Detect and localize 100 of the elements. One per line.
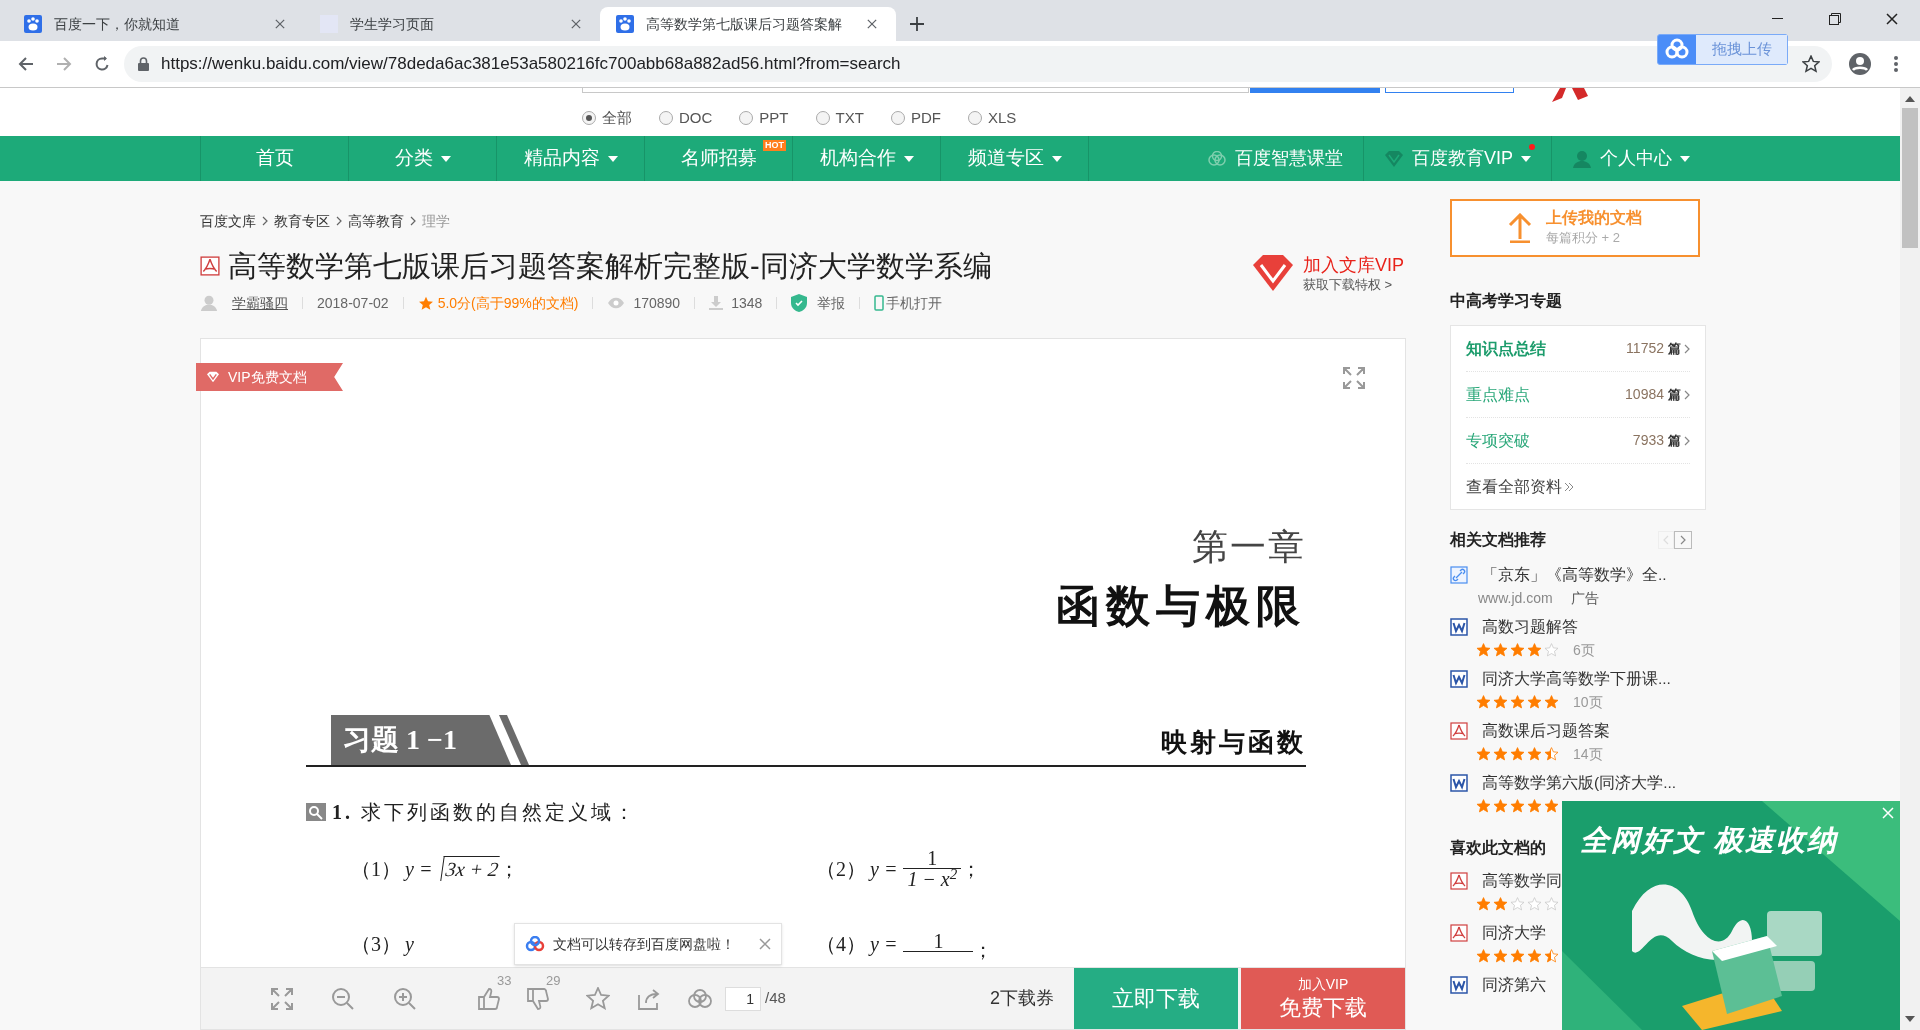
ad-label: 广告 <box>1570 588 1599 608</box>
upload-date: 2018-07-02 <box>317 293 389 313</box>
author-link[interactable]: 学霸骚四 <box>232 292 288 314</box>
back-arrow-icon <box>18 56 34 72</box>
thumbs-down-icon <box>526 986 550 1011</box>
section-heading: 喜欢此文档的 <box>1450 838 1546 858</box>
save-to-cloud-button[interactable] <box>687 987 713 1010</box>
document-link[interactable]: 高等数学第六版(同济大学... <box>1482 771 1677 795</box>
mobile-open-link[interactable]: 手机打开 <box>874 292 943 314</box>
file-type-radio[interactable]: PDF <box>890 107 941 130</box>
like-count: 33 <box>497 971 512 990</box>
cloud-icon <box>687 988 713 1009</box>
report-link[interactable]: 举报 <box>791 292 846 314</box>
file-type-radio[interactable]: PPT <box>739 107 789 130</box>
scroll-down-icon <box>1905 1016 1915 1022</box>
upload-icon <box>1508 213 1532 243</box>
view-all-link[interactable]: 查看全部资料 <box>1466 464 1690 509</box>
vip-promo-subtitle: 获取下载特权 > <box>1303 275 1394 293</box>
close-icon <box>867 19 877 29</box>
document-link[interactable]: 同济大学 <box>1482 921 1546 945</box>
fullscreen-button[interactable] <box>271 987 293 1010</box>
zoom-in-button[interactable] <box>393 986 417 1011</box>
pdf-icon <box>1450 722 1468 740</box>
file-type-radio[interactable]: DOC <box>659 107 713 130</box>
document-link[interactable]: 同济第六 <box>1482 973 1546 997</box>
rating-text: 5.0分(高于99%的文档) <box>437 293 579 313</box>
chapter-number: 第一章 <box>1192 526 1306 569</box>
more-icon <box>1894 56 1898 72</box>
download-icon <box>709 296 724 310</box>
ribbon-label: VIP免费文档 <box>228 367 307 387</box>
file-type-radio[interactable]: TXT <box>815 107 864 130</box>
browser-tab[interactable]: 高等数学第七版课后习题答案解 <box>600 7 896 41</box>
file-type-radio[interactable]: 全部 <box>582 107 632 130</box>
formula: （3） y <box>351 931 414 958</box>
tab-title: 学生学习页面 <box>350 14 435 34</box>
topic-link[interactable]: 专项突破 7933 篇 <box>1466 418 1690 464</box>
document-link[interactable]: 高数习题解答 <box>1482 615 1578 639</box>
document-link[interactable]: 高数课后习题答案 <box>1482 719 1610 743</box>
vip-promo-title: 加入文库VIP <box>1303 253 1404 276</box>
page-count: 6页 <box>1573 640 1595 660</box>
star-icon <box>586 987 610 1010</box>
thumbs-up-icon <box>477 986 501 1011</box>
ad-close-button[interactable] <box>1880 805 1896 821</box>
page-count: 14页 <box>1573 744 1603 764</box>
file-type-radio[interactable]: XLS <box>967 107 1017 130</box>
breadcrumb-link[interactable]: 教育专区 <box>274 210 330 232</box>
section-heading: 相关文档推荐 <box>1450 530 1547 550</box>
hot-badge: HOT <box>763 140 786 151</box>
close-icon <box>759 938 771 950</box>
diamond-icon <box>1384 149 1404 168</box>
document-link[interactable]: 高等数学同 <box>1482 869 1562 893</box>
share-icon <box>637 986 661 1011</box>
user-icon <box>200 294 218 312</box>
next-button[interactable] <box>1674 531 1692 549</box>
restore-icon <box>1828 13 1841 25</box>
forward-arrow-icon <box>56 56 72 72</box>
pdf-icon <box>1450 924 1468 942</box>
scrollbar[interactable] <box>1900 88 1920 1030</box>
chapter-title: 函数与极限 <box>1056 581 1306 633</box>
user-icon <box>1572 149 1592 168</box>
word-document-icon <box>1450 670 1468 688</box>
toast-close-button[interactable] <box>759 938 771 950</box>
phone-icon <box>874 295 885 311</box>
browser-tab[interactable]: 学生学习页面 <box>304 7 600 41</box>
page-count: 10页 <box>1573 692 1603 712</box>
topic-link[interactable]: 知识点总结 11752 篇 <box>1466 326 1690 372</box>
word-document-icon <box>1450 618 1468 636</box>
coupon-cost: 2下载券 <box>990 987 1054 1010</box>
zoom-out-icon <box>331 986 355 1011</box>
pdf-icon <box>1450 872 1468 890</box>
cloud-icon <box>525 936 545 952</box>
plus-icon <box>910 17 924 31</box>
zoom-in-icon <box>393 986 417 1011</box>
page-number-input[interactable]: 1 <box>725 986 761 1011</box>
zoom-out-button[interactable] <box>331 986 355 1011</box>
chevron-right-icon <box>1684 435 1690 446</box>
chevron-right-icon <box>336 216 342 226</box>
topic-link[interactable]: 重点难点 10984 篇 <box>1466 372 1690 418</box>
vip-download-button[interactable]: 加入VIP 免费下载 <box>1241 968 1405 1029</box>
share-button[interactable] <box>637 986 661 1011</box>
scroll-up-icon <box>1905 96 1915 102</box>
paw-icon <box>616 15 634 33</box>
vip-promo[interactable]: 加入文库VIP 获取下载特权 > <box>1251 250 1404 296</box>
breadcrumb-link[interactable]: 高等教育 <box>348 210 404 232</box>
chevron-right-icon <box>262 216 268 226</box>
lock-icon <box>138 57 149 71</box>
chevron-right-icon <box>1684 389 1690 400</box>
fullscreen-button[interactable] <box>1343 367 1365 389</box>
document-link[interactable]: 「京东」《高等数学》全.. <box>1482 563 1667 587</box>
paw-icon <box>24 15 42 33</box>
scrollbar-thumb[interactable] <box>1902 108 1918 248</box>
download-count: 1348 <box>731 293 763 313</box>
document-link[interactable]: 同济大学高等数学下册课... <box>1482 667 1671 691</box>
close-icon <box>571 19 581 29</box>
breadcrumb-link[interactable]: 百度文库 <box>200 210 256 232</box>
close-icon <box>1885 13 1898 25</box>
close-icon <box>1882 807 1894 819</box>
favorite-button[interactable] <box>586 986 610 1011</box>
star-icon <box>417 295 434 311</box>
browser-tab[interactable]: 百度一下，你就知道 <box>8 7 304 41</box>
